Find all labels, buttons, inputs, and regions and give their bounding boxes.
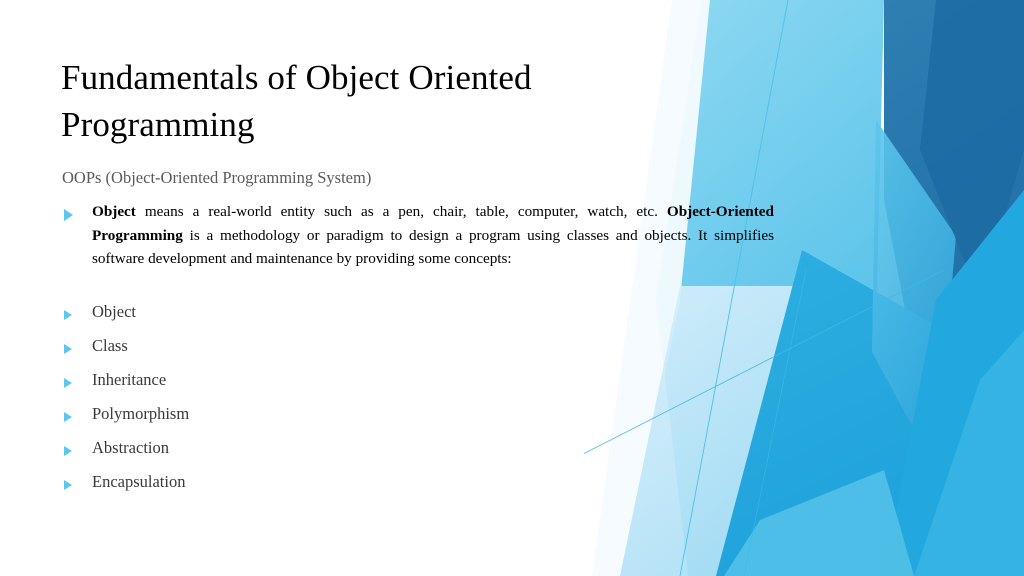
triangle-bullet-icon xyxy=(64,307,72,325)
concept-label-object: Object xyxy=(92,302,136,321)
list-item[interactable]: Class xyxy=(62,334,482,368)
list-item[interactable]: Encapsulation xyxy=(62,470,482,504)
triangle-bullet-icon xyxy=(64,375,72,393)
list-item[interactable]: Inheritance xyxy=(62,368,482,402)
paragraph-run-2: is a methodology or paradigm to design a… xyxy=(92,226,774,268)
emphasis-object: Object xyxy=(92,203,136,220)
triangle-bullet-icon xyxy=(64,341,72,359)
triangle-bullet-icon xyxy=(64,443,72,461)
intro-paragraph-text: Object means a real-world entity such as… xyxy=(92,200,774,271)
concept-label-polymorphism: Polymorphism xyxy=(92,404,190,423)
concept-label-class: Class xyxy=(92,336,128,355)
list-item[interactable]: Object xyxy=(62,300,482,334)
list-item[interactable]: Abstraction xyxy=(62,436,482,470)
triangle-bullet-icon xyxy=(64,208,73,226)
concept-label-inheritance: Inheritance xyxy=(92,370,167,389)
paragraph-run-1: means a real-world entity such as a pen,… xyxy=(135,203,667,220)
slide-subtitle: OOPs (Object-Oriented Programming System… xyxy=(62,168,372,187)
concepts-list: Object Class Inheritance Polymorphism Ab… xyxy=(62,300,482,504)
concept-label-encapsulation: Encapsulation xyxy=(92,472,186,491)
concept-label-abstraction: Abstraction xyxy=(92,438,169,457)
presentation-slide: Fundamentals of Object Oriented Programm… xyxy=(0,0,1024,576)
intro-paragraph-block: Object means a real-world entity such as… xyxy=(62,200,774,271)
list-item[interactable]: Polymorphism xyxy=(62,402,482,436)
triangle-bullet-icon xyxy=(64,409,72,427)
slide-content: Fundamentals of Object Oriented Programm… xyxy=(0,0,1024,576)
page-title: Fundamentals of Object Oriented Programm… xyxy=(61,58,532,144)
triangle-bullet-icon xyxy=(64,477,72,495)
